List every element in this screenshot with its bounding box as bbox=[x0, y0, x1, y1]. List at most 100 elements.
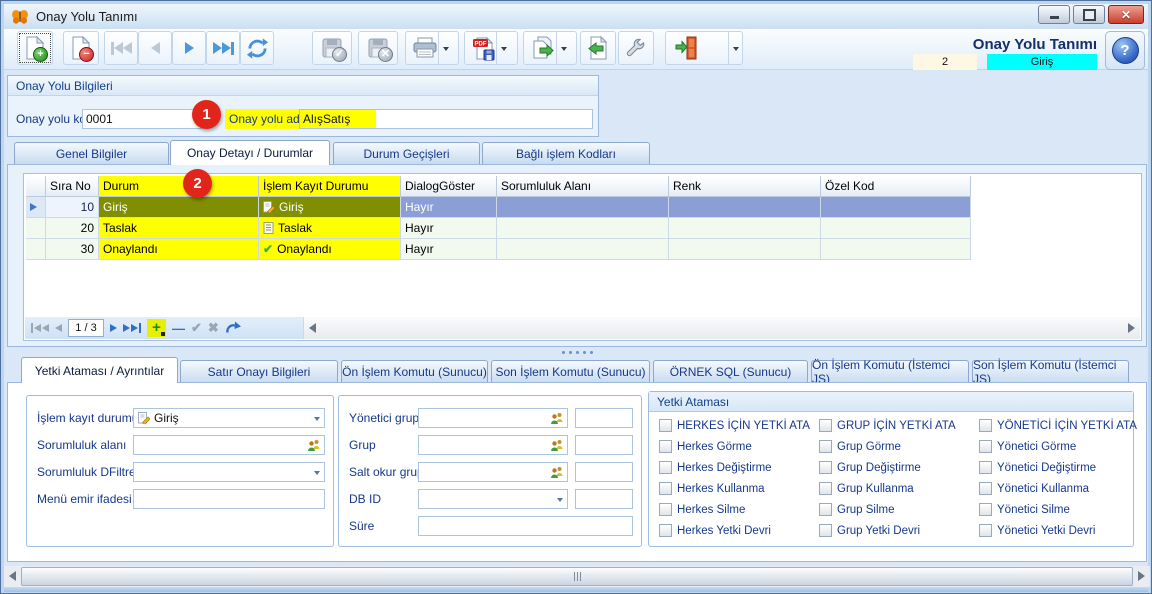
checkbox-grup-silme[interactable]: Grup Silme bbox=[819, 503, 895, 516]
save-button[interactable]: ✓ bbox=[312, 31, 352, 65]
copy-dropdown[interactable] bbox=[556, 32, 570, 64]
grup-input[interactable] bbox=[418, 435, 568, 455]
sorumluluk-dfiltre-combo[interactable] bbox=[133, 462, 325, 482]
grid-header-islem-kayit-durumu[interactable]: İşlem Kayıt Durumu bbox=[259, 176, 401, 197]
checkbox-grup-gorme[interactable]: Grup Görme bbox=[819, 440, 901, 453]
tab-bagli-islem-kodlari[interactable]: Bağlı işlem Kodları bbox=[482, 142, 650, 164]
grid-header-ozel-kod[interactable]: Özel Kod bbox=[821, 176, 971, 197]
checkbox-herkes-yetki-devri[interactable]: Herkes Yetki Devri bbox=[659, 524, 771, 537]
pdf-dropdown[interactable] bbox=[496, 32, 510, 64]
salt-okur-grup-input[interactable] bbox=[418, 462, 568, 482]
scroll-left-icon[interactable] bbox=[309, 323, 316, 333]
nav-cancel-button[interactable]: ✖ bbox=[208, 320, 219, 336]
scroll-left-icon[interactable] bbox=[9, 571, 16, 581]
checkbox-yonetici-icin-yetki-ata[interactable]: YÖNETİCİ İÇİN YETKİ ATA bbox=[979, 419, 1137, 432]
grid-header-dialoggoster[interactable]: DialogGöster bbox=[401, 176, 497, 197]
people-picker-icon[interactable] bbox=[550, 466, 564, 482]
first-record-button[interactable] bbox=[104, 31, 138, 65]
checkbox-grup-kullanma[interactable]: Grup Kullanma bbox=[819, 482, 914, 495]
delete-record-button[interactable]: − bbox=[63, 31, 99, 65]
tab-on-islem-sunucu[interactable]: Ön İşlem Komutu (Sunucu) bbox=[341, 360, 488, 383]
tab-son-islem-sunucu[interactable]: Son İşlem Komutu (Sunucu) bbox=[491, 360, 650, 383]
grid-header-durum[interactable]: Durum bbox=[99, 176, 259, 197]
minimize-button[interactable] bbox=[1038, 5, 1070, 24]
nav-first-button[interactable] bbox=[31, 323, 49, 333]
print-dropdown[interactable] bbox=[438, 32, 452, 64]
grid-row[interactable]: 30 Onaylandı ✔ Onaylandı Hayır bbox=[26, 239, 971, 260]
tab-onay-detayi-durumlar[interactable]: Onay Detayı / Durumlar bbox=[170, 140, 330, 165]
settings-button[interactable] bbox=[618, 31, 654, 65]
checkbox-herkes-degistirme[interactable]: Herkes Değiştirme bbox=[659, 461, 772, 474]
tab-yetki-atamasi[interactable]: Yetki Ataması / Ayrıntılar bbox=[21, 357, 178, 383]
nav-last-button[interactable] bbox=[123, 323, 141, 333]
checkbox-yonetici-silme[interactable]: Yönetici Silme bbox=[979, 503, 1070, 516]
sure-input[interactable] bbox=[418, 516, 633, 536]
nav-next-button[interactable] bbox=[110, 324, 117, 332]
exit-button[interactable] bbox=[665, 31, 743, 65]
yonetici-grup-id-input[interactable] bbox=[575, 408, 633, 428]
grup-id-input[interactable] bbox=[575, 435, 633, 455]
nav-delete-row-button[interactable]: — bbox=[172, 321, 185, 336]
menu-emir-input[interactable] bbox=[133, 489, 325, 509]
grid-row-selected[interactable]: 10 Giriş Giriş Hayır bbox=[26, 197, 971, 218]
nav-refresh-button[interactable] bbox=[225, 321, 242, 335]
checkbox-herkes-gorme[interactable]: Herkes Görme bbox=[659, 440, 752, 453]
people-picker-icon[interactable] bbox=[550, 412, 564, 428]
new-record-button[interactable]: + bbox=[17, 31, 53, 65]
exit-dropdown[interactable] bbox=[728, 32, 742, 64]
copy-record-button[interactable] bbox=[523, 31, 577, 65]
scroll-right-icon[interactable] bbox=[1138, 571, 1145, 581]
checkbox-yonetici-degistirme[interactable]: Yönetici Değiştirme bbox=[979, 461, 1096, 474]
nav-post-button[interactable]: ✔ bbox=[191, 320, 202, 336]
save-close-button[interactable]: ✕ bbox=[358, 31, 398, 65]
grid-header-renk[interactable]: Renk bbox=[669, 176, 821, 197]
tab-son-islem-istemci[interactable]: Son İşlem Komutu (İstemci JS) bbox=[972, 360, 1129, 383]
refresh-button[interactable] bbox=[240, 31, 274, 65]
close-button[interactable]: ✕ bbox=[1108, 5, 1144, 24]
checkbox-grup-yetki-devri[interactable]: Grup Yetki Devri bbox=[819, 524, 920, 537]
checkbox-yonetici-gorme[interactable]: Yönetici Görme bbox=[979, 440, 1076, 453]
scrollbar-thumb[interactable] bbox=[21, 567, 1133, 586]
help-button[interactable]: ? bbox=[1105, 31, 1145, 70]
pane-splitter[interactable] bbox=[7, 348, 1147, 356]
grid-header-sorumluluk-alani[interactable]: Sorumluluk Alanı bbox=[497, 176, 669, 197]
nav-add-row-button[interactable]: + bbox=[147, 319, 166, 337]
tab-durum-gecisleri[interactable]: Durum Geçişleri bbox=[333, 142, 480, 164]
tab-ornek-sql[interactable]: ÖRNEK SQL (Sunucu) bbox=[653, 360, 808, 383]
export-pdf-button[interactable]: PDF bbox=[464, 31, 518, 65]
people-picker-icon[interactable] bbox=[307, 439, 321, 455]
checkbox-grup-degistirme[interactable]: Grup Değiştirme bbox=[819, 461, 921, 474]
grid-row[interactable]: 20 Taslak Taslak Hayır bbox=[26, 218, 971, 239]
checkbox-herkes-silme[interactable]: Herkes Silme bbox=[659, 503, 745, 516]
name-input[interactable]: AlışSatış bbox=[299, 109, 593, 129]
islem-kayit-durumu-combo[interactable]: Giriş bbox=[133, 408, 325, 428]
tab-on-islem-istemci[interactable]: Ön İşlem Komutu (İstemci JS) bbox=[811, 360, 969, 383]
print-button[interactable] bbox=[405, 31, 459, 65]
checkbox-yonetici-kullanma[interactable]: Yönetici Kullanma bbox=[979, 482, 1089, 495]
next-record-button[interactable] bbox=[172, 31, 206, 65]
yonetici-grup-input[interactable] bbox=[418, 408, 568, 428]
tab-satir-onayi[interactable]: Satır Onayı Bilgileri bbox=[180, 360, 338, 383]
import-button[interactable] bbox=[580, 31, 616, 65]
last-record-button[interactable] bbox=[206, 31, 240, 65]
salt-okur-grup-id-input[interactable] bbox=[575, 462, 633, 482]
grid-horizontal-scrollbar[interactable] bbox=[303, 317, 1140, 339]
code-input[interactable] bbox=[82, 109, 202, 129]
checkbox-herkes-icin-yetki-ata[interactable]: HERKES İÇİN YETKİ ATA bbox=[659, 419, 810, 432]
cell-ozel-kod bbox=[821, 197, 971, 218]
dbid-value-input[interactable] bbox=[575, 489, 633, 509]
scroll-right-icon[interactable] bbox=[1128, 323, 1135, 333]
tab-genel-bilgiler[interactable]: Genel Bilgiler bbox=[14, 142, 169, 164]
sorumluluk-alani-input[interactable] bbox=[133, 435, 325, 455]
dbid-combo[interactable] bbox=[418, 489, 568, 509]
maximize-button[interactable] bbox=[1073, 5, 1105, 24]
checkbox-yonetici-yetki-devri[interactable]: Yönetici Yetki Devri bbox=[979, 524, 1095, 537]
checkbox-grup-icin-yetki-ata[interactable]: GRUP İÇİN YETKİ ATA bbox=[819, 419, 956, 432]
checkbox-herkes-kullanma[interactable]: Herkes Kullanma bbox=[659, 482, 765, 495]
previous-record-button[interactable] bbox=[138, 31, 172, 65]
grid-header-sira-no[interactable]: Sıra No bbox=[46, 176, 99, 197]
people-picker-icon[interactable] bbox=[550, 439, 564, 455]
cell-islem-text: Onaylandı bbox=[277, 242, 332, 256]
bottom-horizontal-scrollbar[interactable] bbox=[4, 566, 1150, 587]
nav-previous-button[interactable] bbox=[55, 324, 62, 332]
